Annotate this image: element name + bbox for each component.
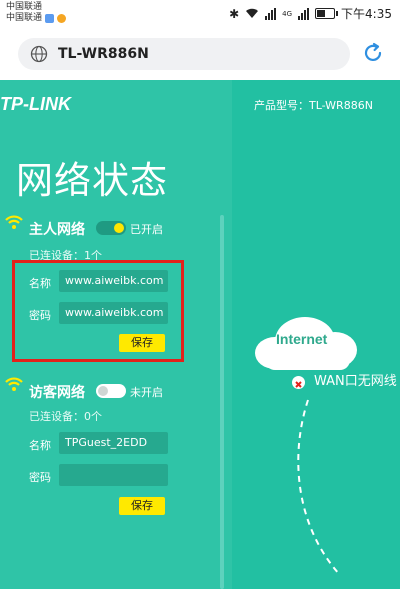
clock: 下午4:35	[341, 7, 392, 21]
wan-status-text: WAN口无网线	[314, 374, 397, 389]
guest-network-toggle-label: 未开启	[130, 386, 163, 399]
carrier-label-2: 中国联通	[6, 13, 43, 23]
battery-icon	[315, 8, 339, 19]
highlight-box	[12, 260, 184, 362]
network-type-badge: 4G	[282, 9, 293, 18]
status-panel: TP-LINK 网络状态 主人网络 已开启 已连设备：1个 名称 www.aiw…	[0, 80, 232, 589]
tp-link-logo: TP-LINK	[0, 94, 71, 114]
weibo-notification-icon	[57, 14, 67, 23]
wifi-icon	[5, 215, 23, 229]
guest-network-connected-count: 已连设备：0个	[29, 410, 102, 423]
guest-network-title: 访客网络	[29, 385, 85, 401]
main-network-title: 主人网络	[29, 222, 85, 238]
error-icon	[292, 376, 305, 389]
model-label: 产品型号：TL-WR886N	[254, 99, 373, 112]
carrier-info: 中国联通 中国联通	[6, 2, 67, 24]
guest-network-name-field[interactable]: TPGuest_2EDD	[59, 432, 168, 454]
carrier-label-1: 中国联通	[6, 2, 43, 12]
refresh-icon[interactable]	[362, 42, 384, 64]
internet-label: Internet	[276, 331, 328, 347]
browser-toolbar: TL-WR886N	[0, 30, 400, 80]
page-title: 网络状态	[16, 159, 168, 202]
guest-wifi-icon	[5, 377, 23, 391]
globe-icon	[30, 45, 48, 63]
scrollbar[interactable]	[220, 215, 224, 589]
guest-network-toggle[interactable]	[96, 384, 126, 398]
router-admin-page: TP-LINK 网络状态 主人网络 已开启 已连设备：1个 名称 www.aiw…	[0, 80, 400, 589]
guest-network-name-label: 名称	[29, 439, 51, 452]
address-bar[interactable]: TL-WR886N	[18, 38, 350, 70]
signal-icon-1	[265, 7, 277, 20]
signal-icon-2	[298, 7, 310, 20]
bluetooth-icon: ✱	[229, 6, 240, 21]
guest-network-password-label: 密码	[29, 471, 51, 484]
guest-network-save-button[interactable]: 保存	[119, 497, 165, 515]
app-notification-icon	[45, 14, 55, 23]
network-diagram	[255, 317, 357, 576]
status-icons: ✱ 4G 下午4:35	[229, 5, 392, 22]
main-network-toggle[interactable]	[96, 221, 126, 235]
status-bar: 中国联通 中国联通 ✱ 4G 下午4:35	[0, 0, 400, 30]
wifi-status-icon	[246, 8, 259, 18]
main-network-toggle-label: 已开启	[130, 223, 163, 236]
guest-network-password-field[interactable]	[59, 464, 168, 486]
url-text: TL-WR886N	[58, 46, 149, 62]
